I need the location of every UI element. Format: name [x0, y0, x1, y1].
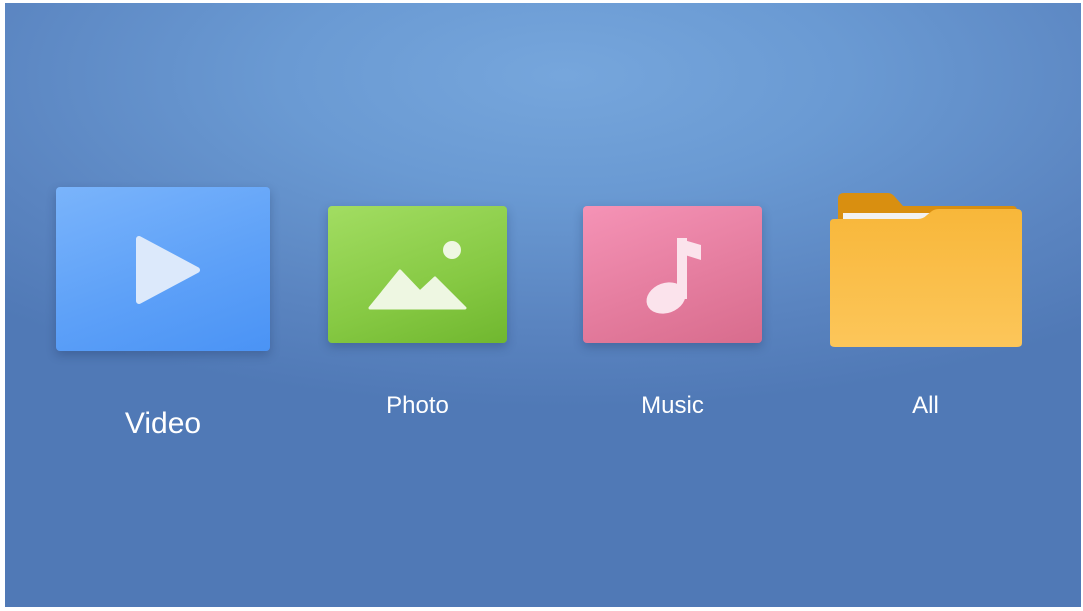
all-tile[interactable]	[828, 189, 1023, 347]
music-note-icon	[646, 238, 701, 314]
music-tile[interactable]	[583, 206, 762, 343]
video-tile[interactable]	[56, 187, 270, 351]
music-label[interactable]: Music	[583, 392, 762, 420]
play-icon	[136, 236, 200, 304]
photo-label[interactable]: Photo	[328, 392, 507, 420]
image-icon	[368, 241, 467, 310]
media-home-screen: Video Photo Music All	[5, 3, 1081, 607]
video-label[interactable]: Video	[56, 407, 270, 441]
folder-icon	[830, 193, 1022, 347]
photo-tile[interactable]	[328, 206, 507, 343]
all-label[interactable]: All	[828, 392, 1023, 420]
